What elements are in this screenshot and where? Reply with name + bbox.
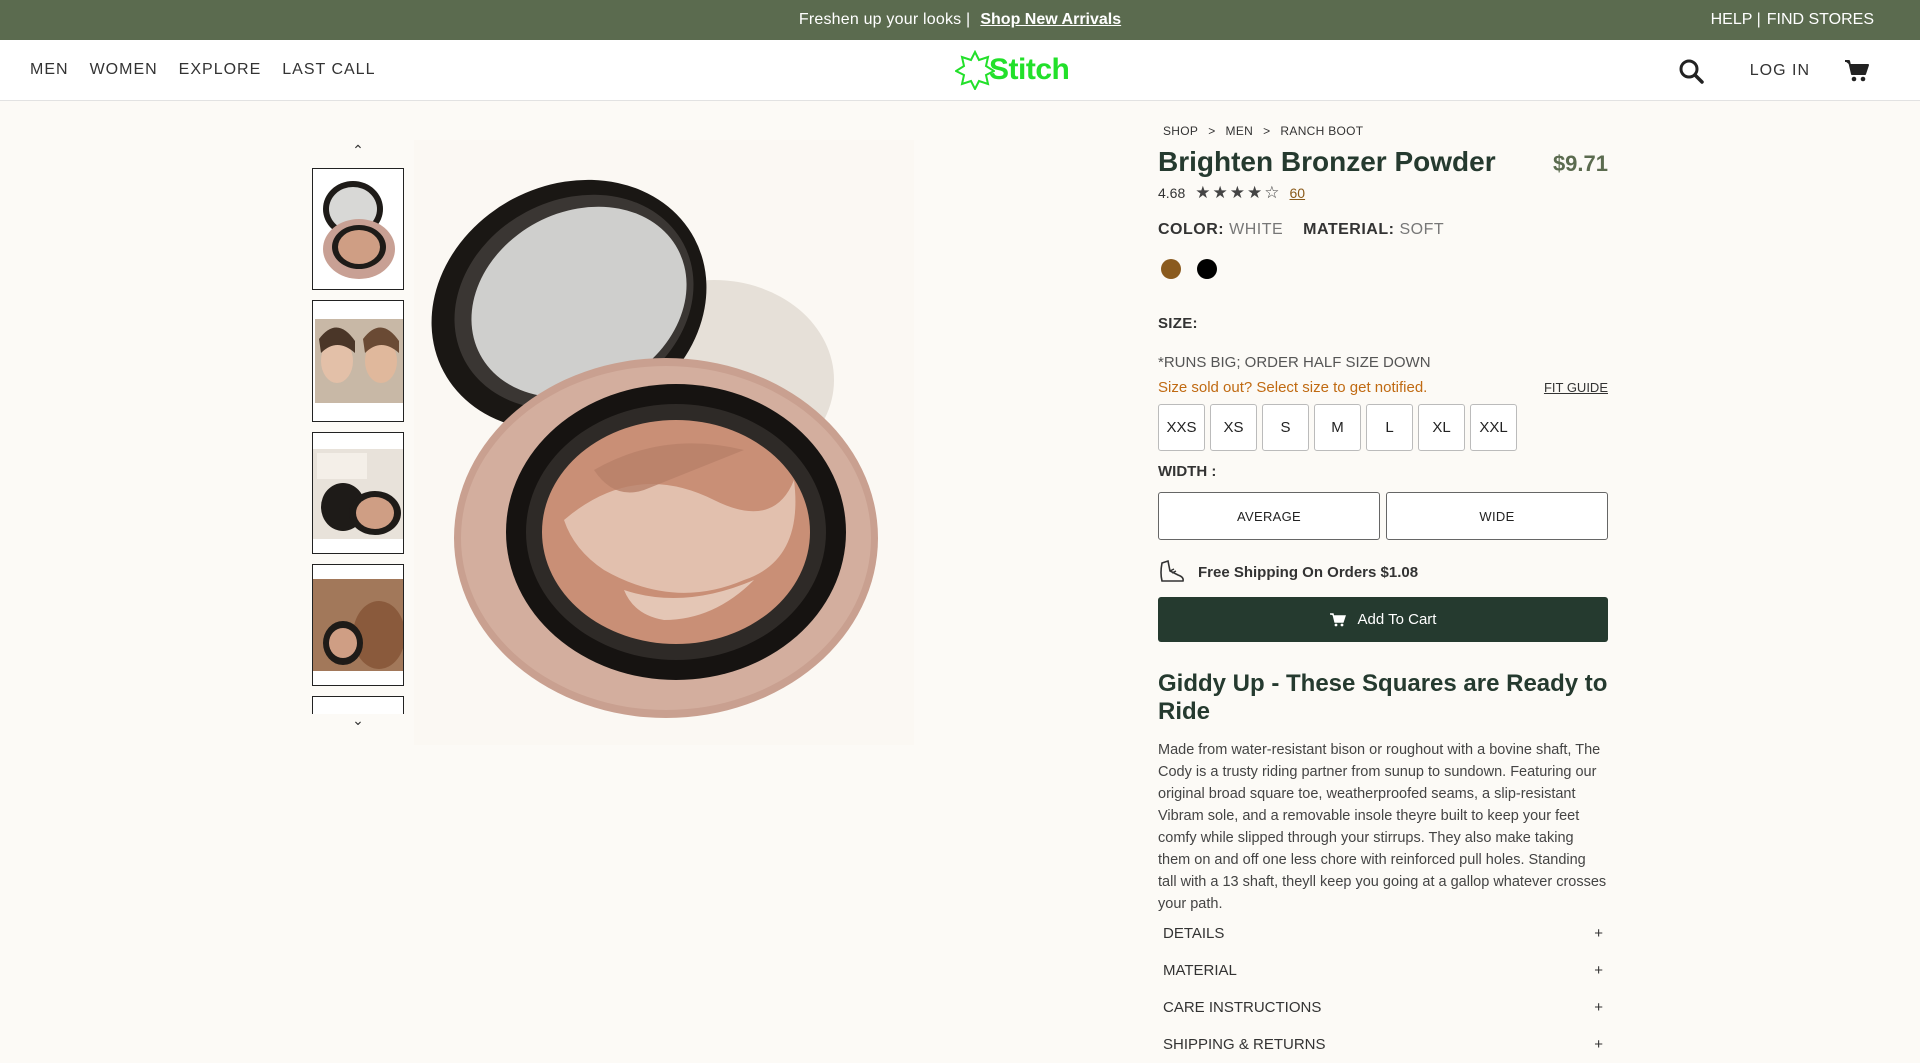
find-stores-link[interactable]: FIND STORES [1767,11,1874,29]
free-shipping-text: Free Shipping On Orders $1.08 [1198,563,1419,581]
main-nav: MEN WOMEN EXPLORE LAST CALL [30,61,396,79]
swatch-black[interactable] [1197,259,1217,279]
plus-icon: + [1594,962,1603,979]
star-filled-icon: ★ [1195,183,1211,202]
accordion-label: CARE INSTRUCTIONS [1163,999,1322,1016]
thumbnail-faces-image [313,301,403,421]
star-filled-icon: ★ [1229,183,1245,202]
runs-big-note: *RUNS BIG; ORDER HALF SIZE DOWN [1158,354,1431,371]
rating-value: 4.68 [1158,184,1186,201]
product-rating: 4.68 ★ ★ ★ ★ ☆ 60 [1158,184,1608,201]
search-icon[interactable] [1678,58,1704,84]
announcement-bar: Freshen up your looks | Shop New Arrival… [0,0,1920,40]
color-value: WHITE [1229,221,1284,238]
thumbnail-1[interactable] [312,168,404,290]
size-button-m[interactable]: M [1314,404,1361,451]
thumbnail-3[interactable] [312,432,404,554]
shipping-boot-icon [1160,559,1184,582]
fit-guide-link[interactable]: FIT GUIDE [1544,380,1608,395]
size-button-s[interactable]: S [1262,404,1309,451]
color-swatches [1161,259,1608,279]
star-filled-icon: ★ [1212,183,1228,202]
breadcrumb-shop[interactable]: SHOP [1163,124,1198,138]
star-empty-icon: ☆ [1264,183,1280,202]
add-to-cart-label: Add To Cart [1357,611,1437,628]
accordion-details[interactable]: DETAILS + [1158,915,1608,952]
breadcrumb-separator: > [1263,124,1271,138]
color-label: COLOR: [1158,221,1225,238]
cart-icon[interactable] [1844,59,1870,83]
main-product-image[interactable] [414,140,914,745]
width-label: WIDTH : [1158,463,1217,480]
size-button-xs[interactable]: XS [1210,404,1257,451]
star-filled-icon: ★ [1247,183,1263,202]
thumbnail-4[interactable] [312,564,404,686]
plus-icon: + [1594,925,1603,942]
site-logo[interactable]: Stitch [955,50,1070,90]
material-label: MATERIAL: [1303,221,1395,238]
accordion-shipping-returns[interactable]: SHIPPING & RETURNS + [1158,1026,1608,1063]
material-value: SOFT [1399,221,1445,238]
thumbnails-up-arrow[interactable]: ⌃ [312,142,404,159]
plus-icon: + [1594,999,1603,1016]
thumbnails-down-arrow[interactable]: ⌄ [312,712,404,729]
width-button-average[interactable]: AVERAGE [1158,492,1380,540]
login-link[interactable]: LOG IN [1750,62,1810,80]
size-options: XXS XS S M L XL XXL [1158,404,1608,451]
thumbnail-compact-text-image [313,433,403,553]
announcement-message: Freshen up your looks | [798,11,971,28]
product-price: $9.71 [1552,151,1608,176]
description-heading: Giddy Up - These Squares are Ready to Ri… [1158,670,1608,725]
nav-item-explore[interactable]: EXPLORE [179,61,262,79]
accordion-material[interactable]: MATERIAL + [1158,952,1608,989]
size-label: SIZE: [1158,315,1198,332]
breadcrumb-separator: > [1208,124,1216,138]
sold-out-note: Size sold out? Select size to get notifi… [1158,379,1428,396]
thumbnail-compact-image [313,169,403,289]
accordion-label: DETAILS [1163,925,1225,942]
accordion-label: MATERIAL [1163,962,1237,979]
width-button-wide[interactable]: WIDE [1386,492,1608,540]
thumbnail-2[interactable] [312,300,404,422]
product-panel: SHOP > MEN > RANCH BOOT Brighten Bronzer… [1158,124,1608,1063]
site-header: MEN WOMEN EXPLORE LAST CALL Stitch LOG I… [0,40,1920,101]
logo-wordmark: Stitch [989,53,1070,86]
free-shipping-note: Free Shipping On Orders $1.08 [1158,559,1608,585]
breadcrumb-ranch-boot[interactable]: RANCH BOOT [1280,124,1363,138]
cart-icon [1329,612,1346,626]
plus-icon: + [1594,1036,1603,1053]
review-count-link[interactable]: 60 [1290,185,1306,201]
thumbnail-model-image [313,565,403,685]
size-button-xxl[interactable]: XXL [1470,404,1517,451]
breadcrumb: SHOP > MEN > RANCH BOOT [1163,124,1608,138]
size-button-l[interactable]: L [1366,404,1413,451]
width-options: AVERAGE WIDE [1158,492,1608,540]
add-to-cart-button[interactable]: Add To Cart [1158,597,1608,642]
size-button-xxs[interactable]: XXS [1158,404,1205,451]
rating-stars: ★ ★ ★ ★ ☆ [1195,184,1279,201]
shop-new-arrivals-link[interactable]: Shop New Arrivals [980,11,1121,29]
product-title: Brighten Bronzer Powder [1158,146,1496,177]
nav-item-women[interactable]: WOMEN [90,61,158,79]
bronzer-compact-image [414,140,914,745]
breadcrumb-men[interactable]: MEN [1226,124,1254,138]
swatch-brown[interactable] [1161,259,1181,279]
nav-item-men[interactable]: MEN [30,61,69,79]
nav-item-last-call[interactable]: LAST CALL [282,61,375,79]
product-description: Made from water-resistant bison or rough… [1158,742,1607,912]
help-link[interactable]: HELP | [1711,11,1761,29]
accordion-label: SHIPPING & RETURNS [1163,1036,1326,1053]
accordion-care-instructions[interactable]: CARE INSTRUCTIONS + [1158,989,1608,1026]
size-button-xl[interactable]: XL [1418,404,1465,451]
